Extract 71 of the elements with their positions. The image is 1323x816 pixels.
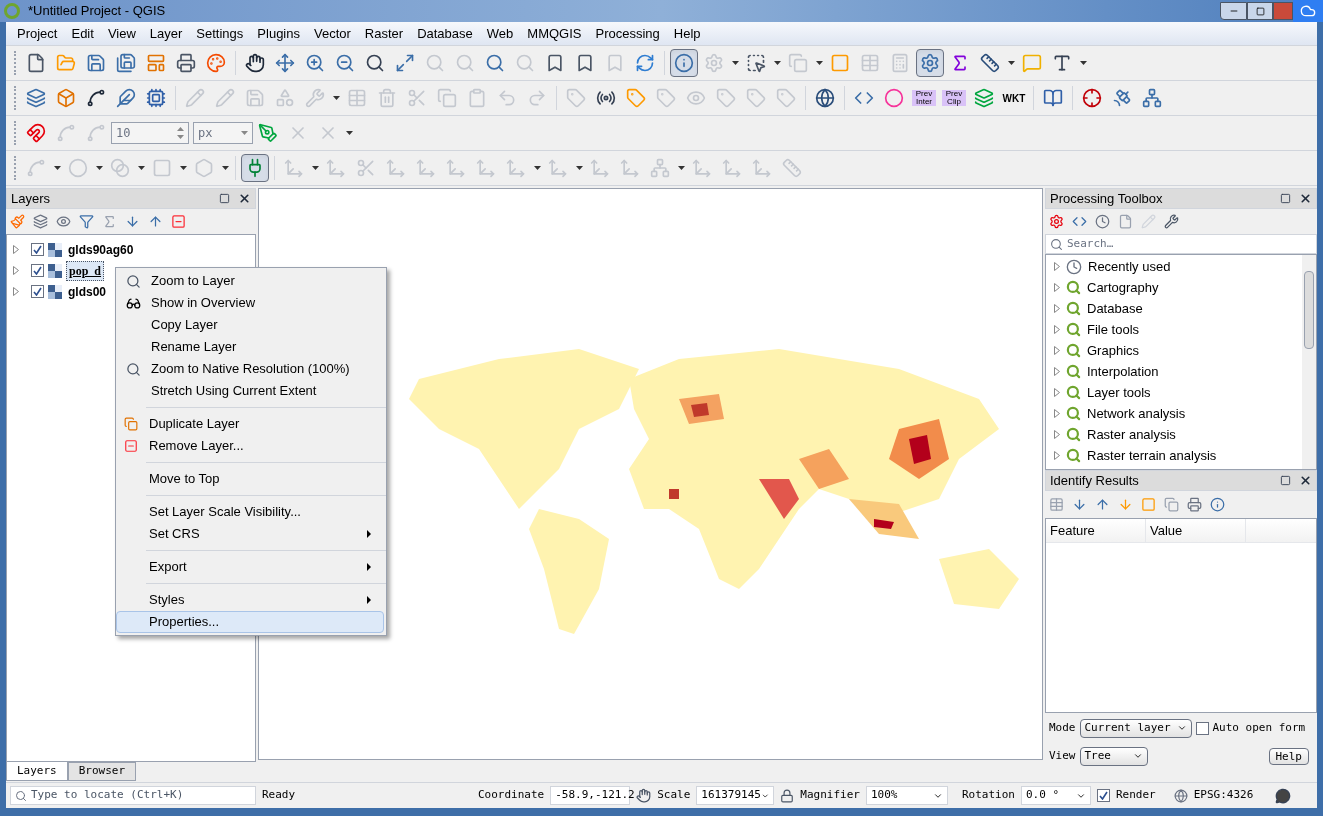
context-menu-item[interactable]: Move to Top [116, 468, 384, 490]
algorithm-group[interactable]: Raster terrain analysis [1046, 445, 1302, 466]
algorithm-group[interactable]: Graphics [1046, 340, 1302, 361]
help-button[interactable]: Help [1268, 747, 1309, 765]
panel-tab[interactable]: Browser [67, 762, 137, 781]
panel-title: Identify Results [1050, 471, 1140, 490]
coordinate-label: Coordinate [478, 787, 545, 804]
crs-label[interactable]: EPSG:4326 [1193, 787, 1254, 804]
algorithm-group[interactable]: File tools [1046, 319, 1302, 340]
context-menu-item[interactable]: Zoom to Layer [118, 270, 384, 292]
layer-name[interactable]: glds90ag60 [66, 240, 136, 259]
rotation-label: Rotation [961, 787, 1015, 804]
layer-name[interactable]: pop_d [66, 260, 105, 281]
context-menu-item[interactable]: Rename Layer [118, 336, 384, 358]
algorithm-group[interactable]: Database [1046, 298, 1302, 319]
panel-title: Layers [11, 189, 52, 208]
magnifier-label: Magnifier [800, 787, 860, 804]
algorithm-group[interactable]: Layer tools [1046, 382, 1302, 403]
column-header[interactable]: Value [1146, 519, 1246, 542]
context-menu-item[interactable]: Remove Layer... [116, 435, 384, 457]
menu-item[interactable]: Plugins [250, 23, 307, 44]
context-menu-item[interactable]: Properties... [116, 611, 384, 633]
panel-title: Processing Toolbox [1050, 189, 1164, 208]
view-label: View [1049, 747, 1076, 764]
preview-tool-button[interactable]: Prev Clip [940, 84, 968, 112]
render-label: Render [1115, 787, 1156, 804]
algorithm-group[interactable]: Raster analysis [1046, 424, 1302, 445]
window-title: *Untitled Project - QGIS [28, 2, 166, 21]
rotation-spinbox[interactable]: 0.0 ° [1020, 786, 1091, 805]
search-field[interactable]: Search… [1045, 234, 1317, 254]
menu-item[interactable]: Processing [588, 23, 667, 44]
menu-item[interactable]: Project [10, 23, 65, 44]
panel-tab[interactable]: Layers [6, 762, 68, 781]
context-menu-item[interactable]: Set CRS [116, 523, 384, 545]
menu-item[interactable]: View [100, 23, 143, 44]
column-header[interactable]: Feature [1046, 519, 1146, 542]
algorithm-group[interactable]: Recently used [1046, 256, 1302, 277]
menu-item[interactable]: MMQGIS [520, 23, 589, 44]
context-menu-item[interactable]: Duplicate Layer [116, 413, 384, 435]
context-menu-item[interactable]: Show in Overview [118, 292, 384, 314]
scale-dropdown[interactable]: 161379145 [696, 786, 775, 805]
context-menu-item[interactable]: Set Layer Scale Visibility... [116, 501, 384, 523]
context-menu-item[interactable]: Zoom to Native Resolution (100%) [118, 358, 384, 380]
locator-field[interactable]: Type to locate (Ctrl+K) [10, 786, 256, 805]
menu-item[interactable]: Database [410, 23, 480, 44]
context-menu-item[interactable]: Stretch Using Current Extent [118, 380, 384, 402]
view-dropdown[interactable]: Tree [1079, 746, 1148, 766]
algorithm-group[interactable]: Cartography [1046, 277, 1302, 298]
menu-item[interactable]: Help [666, 23, 708, 44]
scale-label: Scale [657, 787, 691, 804]
context-menu-item[interactable]: Styles [116, 589, 384, 611]
mode-label: Mode [1049, 719, 1076, 736]
algorithm-group[interactable]: Network analysis [1046, 403, 1302, 424]
layer-name[interactable]: glds00 [66, 282, 108, 301]
search-input[interactable]: Search… [1067, 235, 1312, 253]
context-menu-item[interactable]: Export [116, 556, 384, 578]
wkt-tool-button[interactable]: WKT [1000, 84, 1028, 112]
mode-dropdown[interactable]: Current layer [1079, 718, 1192, 738]
menu-item[interactable]: Web [479, 23, 521, 44]
menu-item[interactable]: Raster [357, 23, 411, 44]
magnifier-spinbox[interactable]: 100% [865, 786, 948, 805]
status-message: Ready [262, 787, 297, 804]
menu-item[interactable]: Settings [189, 23, 251, 44]
menu-item[interactable]: Layer [142, 23, 190, 44]
menu-item[interactable]: Edit [64, 23, 101, 44]
algorithm-group[interactable]: Interpolation [1046, 361, 1302, 382]
locator-input[interactable]: Type to locate (Ctrl+K) [31, 787, 251, 804]
context-menu-item[interactable]: Copy Layer [118, 314, 384, 336]
checkbox-label: Auto open form [1212, 719, 1306, 736]
menu-item[interactable]: Vector [307, 23, 358, 44]
preview-tool-button[interactable]: Prev Inter [910, 84, 938, 112]
